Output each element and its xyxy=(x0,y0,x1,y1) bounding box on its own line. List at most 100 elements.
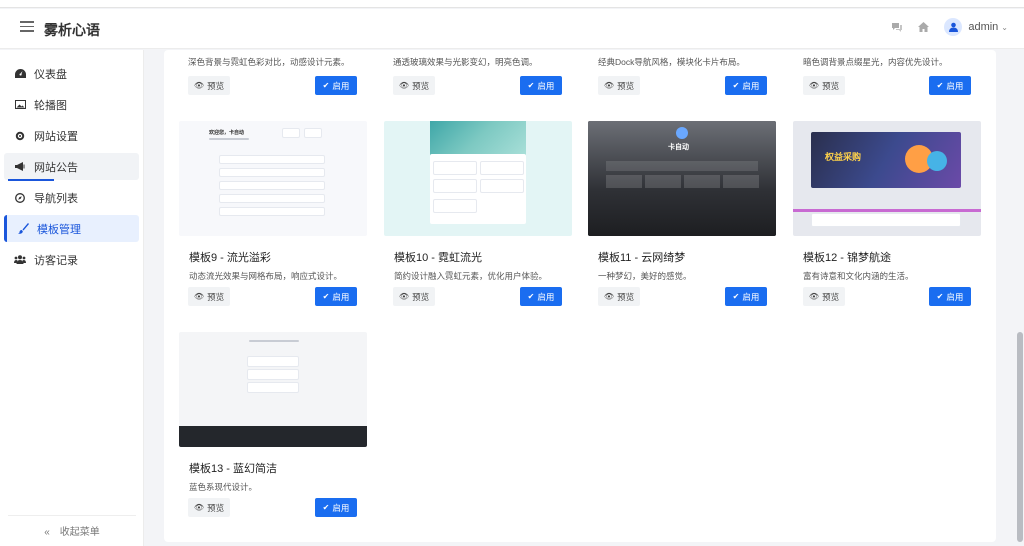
image-icon xyxy=(14,99,26,111)
sidebar-item-announcement[interactable]: 网站公告 xyxy=(4,153,139,180)
enable-button[interactable]: ✔ 启用 xyxy=(725,76,767,95)
thumbnail-logo xyxy=(676,127,688,139)
template-desc: 深色背景与霓虹色彩对比，动感设计元素。 xyxy=(188,57,350,67)
chevron-down-icon[interactable]: ⌄ xyxy=(1001,23,1008,32)
thumbnail-footer xyxy=(179,426,367,447)
preview-button[interactable]: 👁 预览 xyxy=(803,76,845,95)
sidebar-item-site-settings[interactable]: 网站设置 xyxy=(4,122,139,149)
enable-button[interactable]: ✔ 启用 xyxy=(929,287,971,306)
thumbnail-row xyxy=(433,179,477,193)
home-icon[interactable] xyxy=(914,18,932,36)
chat-icon[interactable] xyxy=(888,18,906,36)
announcement-underline xyxy=(8,179,54,181)
enable-button[interactable]: ✔ 启用 xyxy=(315,498,357,517)
dashboard-icon xyxy=(14,68,26,80)
template-desc: 一种梦幻，美好的感觉。 xyxy=(598,271,692,281)
template-thumbnail[interactable]: 欢迎您，卡自动 xyxy=(179,121,367,236)
thumbnail-row xyxy=(219,207,325,216)
enable-button[interactable]: ✔ 启用 xyxy=(315,76,357,95)
template-desc: 简约设计融入霓虹元素，优化用户体验。 xyxy=(394,271,548,281)
template-thumbnail[interactable] xyxy=(384,121,572,236)
thumbnail-row xyxy=(433,199,477,213)
template-desc: 暗色调背景点缀星光，内容优先设计。 xyxy=(803,57,948,67)
megaphone-icon xyxy=(14,161,26,173)
thumbnail-strip xyxy=(793,209,981,212)
preview-button[interactable]: 👁 预览 xyxy=(393,287,435,306)
check-icon: ✔ xyxy=(732,292,740,301)
thumbnail-tile xyxy=(645,175,681,188)
sidebar-item-label: 网站公告 xyxy=(34,161,78,174)
check-icon: ✔ xyxy=(322,81,330,90)
collapse-menu-label: 收起菜单 xyxy=(59,527,100,538)
check-icon: ✔ xyxy=(732,81,740,90)
menu-toggle-icon[interactable] xyxy=(20,21,34,35)
header-actions: admin ⌄ xyxy=(880,18,1008,36)
preview-button[interactable]: 👁 预览 xyxy=(188,498,230,517)
sidebar-item-label: 仪表盘 xyxy=(34,68,67,81)
sidebar-item-dashboard[interactable]: 仪表盘 xyxy=(4,60,139,87)
thumbnail-tile xyxy=(723,175,759,188)
template-thumbnail[interactable]: 卡自动 xyxy=(588,121,776,236)
scrollbar-thumb[interactable] xyxy=(1017,332,1023,542)
enable-button[interactable]: ✔ 启用 xyxy=(929,76,971,95)
eye-icon: 👁 xyxy=(398,81,410,90)
collapse-menu-button[interactable]: « 收起菜单 xyxy=(0,523,144,538)
template-thumbnail[interactable] xyxy=(179,332,367,447)
sidebar-item-template-manage[interactable]: 模板管理 xyxy=(4,215,139,242)
sidebar-item-visitor-log[interactable]: 访客记录 xyxy=(4,246,139,273)
avatar[interactable] xyxy=(944,18,963,36)
thumbnail-heading: 卡自动 xyxy=(668,144,689,151)
thumbnail-tile xyxy=(684,175,720,188)
template-grid: 深色背景与霓虹色彩对比，动感设计元素。 通透玻璃效果与光影变幻，明亮色调。 经典… xyxy=(164,50,996,542)
eye-icon: 👁 xyxy=(603,81,615,90)
check-icon: ✔ xyxy=(936,292,944,301)
thumbnail-hero xyxy=(430,121,526,156)
preview-button[interactable]: 👁 预览 xyxy=(803,287,845,306)
thumbnail-row xyxy=(219,194,325,203)
sidebar-item-label: 轮播图 xyxy=(34,99,67,112)
thumbnail-row xyxy=(811,213,961,227)
thumbnail-row xyxy=(219,155,325,164)
preview-button[interactable]: 👁 预览 xyxy=(188,287,230,306)
check-icon: ✔ xyxy=(527,292,535,301)
template-card: 模板13 - 蓝幻简洁 蓝色系现代设计。 xyxy=(179,332,367,493)
template-title: 模板10 - 霓虹流光 xyxy=(394,252,483,264)
user-name[interactable]: admin xyxy=(968,21,998,33)
thumbnail-widget xyxy=(304,128,322,138)
enable-button[interactable]: ✔ 启用 xyxy=(315,287,357,306)
preview-button[interactable]: 👁 预览 xyxy=(188,76,230,95)
thumbnail-row xyxy=(219,181,325,190)
top-header: 雾析心语 admin ⌄ xyxy=(0,9,1024,49)
template-title: 模板11 - 云网绮梦 xyxy=(598,252,686,264)
brush-icon xyxy=(17,223,29,235)
template-card: 权益采购 模板12 - 锦梦航途 富有诗意和文化内涵的生活。 xyxy=(793,121,981,282)
check-icon: ✔ xyxy=(322,292,330,301)
sidebar-item-label: 模板管理 xyxy=(37,223,81,236)
enable-button[interactable]: ✔ 启用 xyxy=(520,76,562,95)
thumbnail-bar xyxy=(606,161,758,171)
enable-button[interactable]: ✔ 启用 xyxy=(520,287,562,306)
template-desc: 通透玻璃效果与光影变幻，明亮色调。 xyxy=(393,57,538,67)
preview-button[interactable]: 👁 预览 xyxy=(393,76,435,95)
eye-icon: 👁 xyxy=(193,81,205,90)
thumbnail-row xyxy=(247,369,299,380)
preview-button[interactable]: 👁 预览 xyxy=(598,76,640,95)
preview-button[interactable]: 👁 预览 xyxy=(598,287,640,306)
template-thumbnail[interactable]: 权益采购 xyxy=(793,121,981,236)
sidebar-item-nav-list[interactable]: 导航列表 xyxy=(4,184,139,211)
template-desc: 经典Dock导航风格，模块化卡片布局。 xyxy=(598,57,745,67)
brand-title: 雾析心语 xyxy=(44,22,100,38)
sidebar-item-label: 网站设置 xyxy=(34,130,78,143)
sidebar-item-carousel[interactable]: 轮播图 xyxy=(4,91,139,118)
enable-button[interactable]: ✔ 启用 xyxy=(725,287,767,306)
thumbnail-line xyxy=(209,138,249,140)
template-title: 模板9 - 流光溢彩 xyxy=(189,252,271,264)
sidebar-item-label: 访客记录 xyxy=(34,254,78,267)
sidebar-item-label: 导航列表 xyxy=(34,192,78,205)
eye-icon: 👁 xyxy=(603,292,615,301)
eye-icon: 👁 xyxy=(808,292,820,301)
eye-icon: 👁 xyxy=(193,292,205,301)
thumbnail-row xyxy=(247,356,299,367)
thumbnail-row xyxy=(480,179,524,193)
eye-icon: 👁 xyxy=(808,81,820,90)
